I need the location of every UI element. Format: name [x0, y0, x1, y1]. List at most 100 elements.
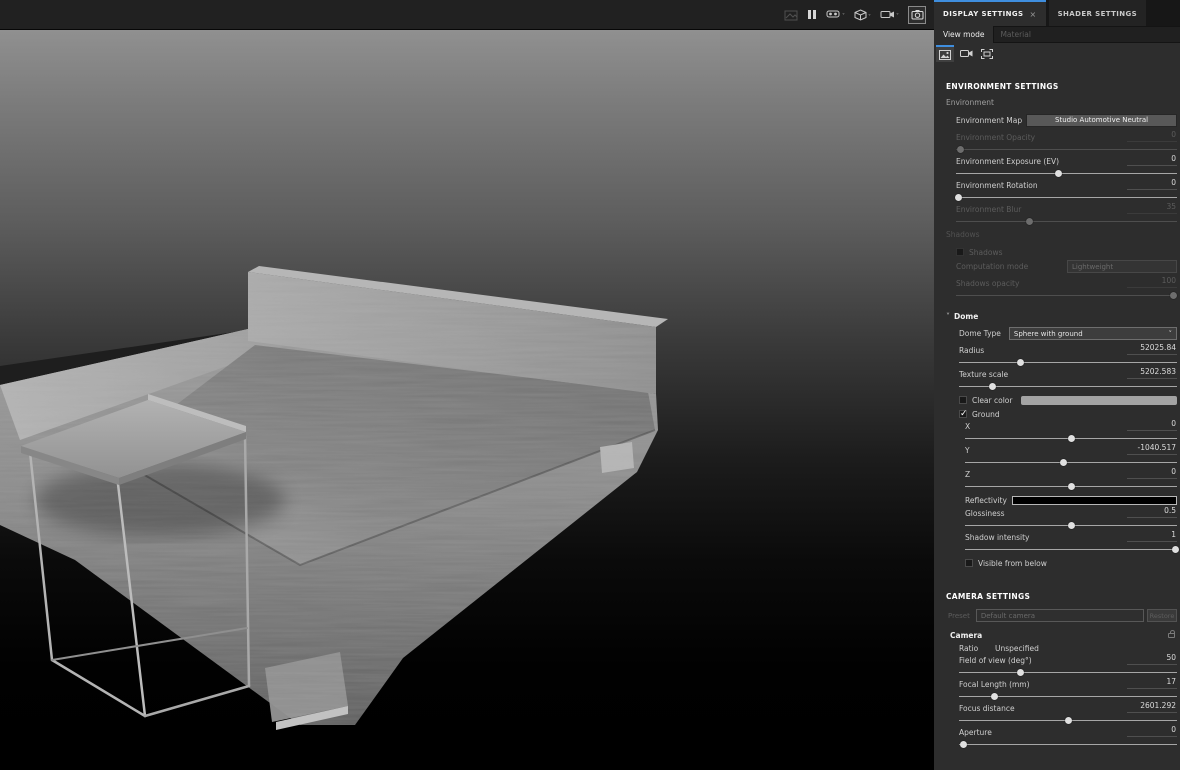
bed-and-table-model — [0, 266, 668, 730]
environment-map-button[interactable]: Studio Automotive Neutral — [1026, 114, 1177, 127]
slider-z: Z0 — [934, 467, 1180, 493]
dome-type-dropdown[interactable]: Sphere with ground ˅ — [1008, 327, 1177, 340]
texture-scale-slider[interactable] — [959, 379, 1177, 393]
shadow-intensity-slider[interactable] — [965, 542, 1179, 556]
field-of-view-deg-slider[interactable] — [959, 665, 1177, 679]
scene-3d-view[interactable] — [0, 30, 934, 770]
tab-display-settings[interactable]: DISPLAY SETTINGS × — [934, 0, 1046, 26]
slider-knob[interactable] — [990, 693, 998, 700]
label: Shadows opacity — [956, 279, 1020, 288]
environment-blur-slider[interactable] — [956, 214, 1177, 228]
dropdown-value: Lightweight — [1072, 262, 1114, 271]
focus-distance-slider[interactable] — [959, 713, 1177, 727]
vr-headset-icon[interactable]: ˅ — [826, 9, 845, 20]
aperture-slider[interactable] — [959, 737, 1177, 751]
clear-color-checkbox[interactable] — [959, 396, 967, 404]
geometry-icon[interactable]: ˅ — [854, 8, 871, 21]
slider-shadow-intensity: Shadow intensity 1 — [934, 530, 1180, 556]
value-field[interactable]: 50 — [1127, 653, 1177, 665]
subtab-material[interactable]: Material — [993, 26, 1180, 43]
chevron-down-icon[interactable]: ˅ — [946, 312, 950, 321]
slider-focal-length-mm: Focal Length (mm) 17 — [934, 677, 1180, 703]
slider-knob[interactable] — [957, 146, 965, 153]
slider-knob[interactable] — [955, 194, 963, 201]
x-slider[interactable] — [965, 431, 1177, 445]
pause-icon[interactable] — [807, 9, 817, 20]
label: Texture scale — [959, 370, 1009, 379]
preset-input[interactable]: Default camera — [975, 609, 1144, 622]
value-field[interactable]: 0 — [1127, 130, 1177, 142]
y-slider[interactable] — [965, 455, 1177, 469]
glossiness-slider[interactable] — [965, 518, 1177, 532]
slider-environment-opacity: Environment Opacity 0 — [934, 130, 1180, 156]
shadows-opacity-slider[interactable] — [956, 288, 1177, 302]
camera-video-icon[interactable]: ˅ — [880, 9, 899, 20]
value-field[interactable]: 52025.84 — [1127, 343, 1177, 355]
dropdown-value: Sphere with ground — [1013, 329, 1083, 338]
slider-knob[interactable] — [1017, 359, 1025, 366]
preset-restore-button[interactable]: Restore — [1147, 609, 1177, 622]
value-field[interactable]: 0 — [1127, 419, 1177, 431]
shadows-checkbox[interactable] — [956, 248, 964, 256]
slider-knob[interactable] — [960, 741, 968, 748]
tab-shader-settings[interactable]: SHADER SETTINGS — [1048, 0, 1147, 26]
subtab-view-mode[interactable]: View mode — [934, 26, 993, 43]
z-slider[interactable] — [965, 479, 1177, 493]
panel-rows: ENVIRONMENT SETTINGS Environment Environme… — [934, 72, 1180, 770]
slider-knob[interactable] — [1017, 669, 1025, 676]
snapshot-disabled-icon[interactable] — [784, 9, 798, 21]
visible-from-below-checkbox[interactable] — [965, 559, 973, 567]
value-field[interactable]: 100 — [1127, 276, 1177, 288]
mapbtn-environment-map: Environment Map Studio Automotive Neutral — [934, 113, 1180, 128]
label: Dome — [954, 312, 979, 321]
static-value: Unspecified — [995, 643, 1039, 653]
slider-radius: Radius 52025.84 — [934, 343, 1180, 369]
label: Shadow intensity — [965, 533, 1030, 542]
slider-knob[interactable] — [1054, 170, 1062, 177]
slider-knob[interactable] — [1068, 483, 1075, 490]
focal-length-mm-slider[interactable] — [959, 689, 1177, 703]
label: Radius — [959, 346, 985, 355]
slider-knob[interactable] — [1059, 459, 1067, 466]
slider-knob[interactable] — [1025, 218, 1033, 225]
slider-knob[interactable] — [1169, 292, 1177, 299]
label: Ground — [972, 409, 1000, 419]
label: Glossiness — [965, 509, 1005, 518]
color-swatch[interactable] — [1021, 395, 1177, 405]
label: Z — [965, 470, 971, 479]
environment-opacity-slider[interactable] — [956, 142, 1177, 156]
slider-knob[interactable] — [1065, 717, 1072, 724]
slider-field-of-view-deg: Field of view (deg°) 50 — [934, 653, 1180, 679]
value-field[interactable]: 0.5 — [1127, 506, 1177, 518]
environment-exposure-ev-slider[interactable] — [956, 166, 1177, 180]
slider-knob[interactable] — [1171, 546, 1179, 553]
lock-icon[interactable] — [1168, 630, 1175, 638]
computation-mode-dropdown[interactable]: Lightweight — [1067, 260, 1177, 273]
label: Y — [965, 446, 970, 455]
reflectivity-color-swatch[interactable] — [1011, 496, 1177, 505]
viewport-toolbar: ˅ ˅ ˅ — [0, 0, 934, 30]
camera-photo-icon[interactable] — [908, 5, 926, 24]
tab-close-icon[interactable]: × — [1029, 10, 1036, 19]
dropdown-dome-type: Dome Type Sphere with ground ˅ — [934, 326, 1180, 341]
chevron-down-icon: ˅ — [842, 13, 845, 20]
slider-knob[interactable] — [1068, 435, 1075, 442]
slider-environment-blur: Environment Blur 35 — [934, 202, 1180, 228]
panel-tab-bar: DISPLAY SETTINGS × SHADER SETTINGS — [934, 0, 1180, 26]
toggle-dome[interactable]: ˅ Dome — [934, 310, 1180, 323]
radius-slider[interactable] — [959, 355, 1177, 369]
header-environment-settings: ENVIRONMENT SETTINGS — [946, 82, 1059, 91]
viewport: ˅ ˅ ˅ — [0, 0, 934, 770]
slider-knob[interactable] — [1068, 522, 1075, 529]
slider-environment-exposure-ev: Environment Exposure (EV) 0 — [934, 154, 1180, 180]
label: Computation mode — [956, 262, 1029, 271]
camera-view-icon[interactable] — [957, 45, 975, 62]
image-view-icon[interactable] — [936, 45, 954, 62]
environment-rotation-slider[interactable] — [955, 190, 1177, 204]
checkbox-clear-color: Clear color — [934, 393, 1180, 407]
slider-knob[interactable] — [988, 383, 996, 390]
preset-preset: Preset Default camera Restore — [934, 608, 1180, 623]
frame-view-icon[interactable] — [978, 45, 996, 62]
ground-checkbox[interactable] — [959, 409, 968, 419]
group-shadows: Shadows — [946, 230, 980, 239]
